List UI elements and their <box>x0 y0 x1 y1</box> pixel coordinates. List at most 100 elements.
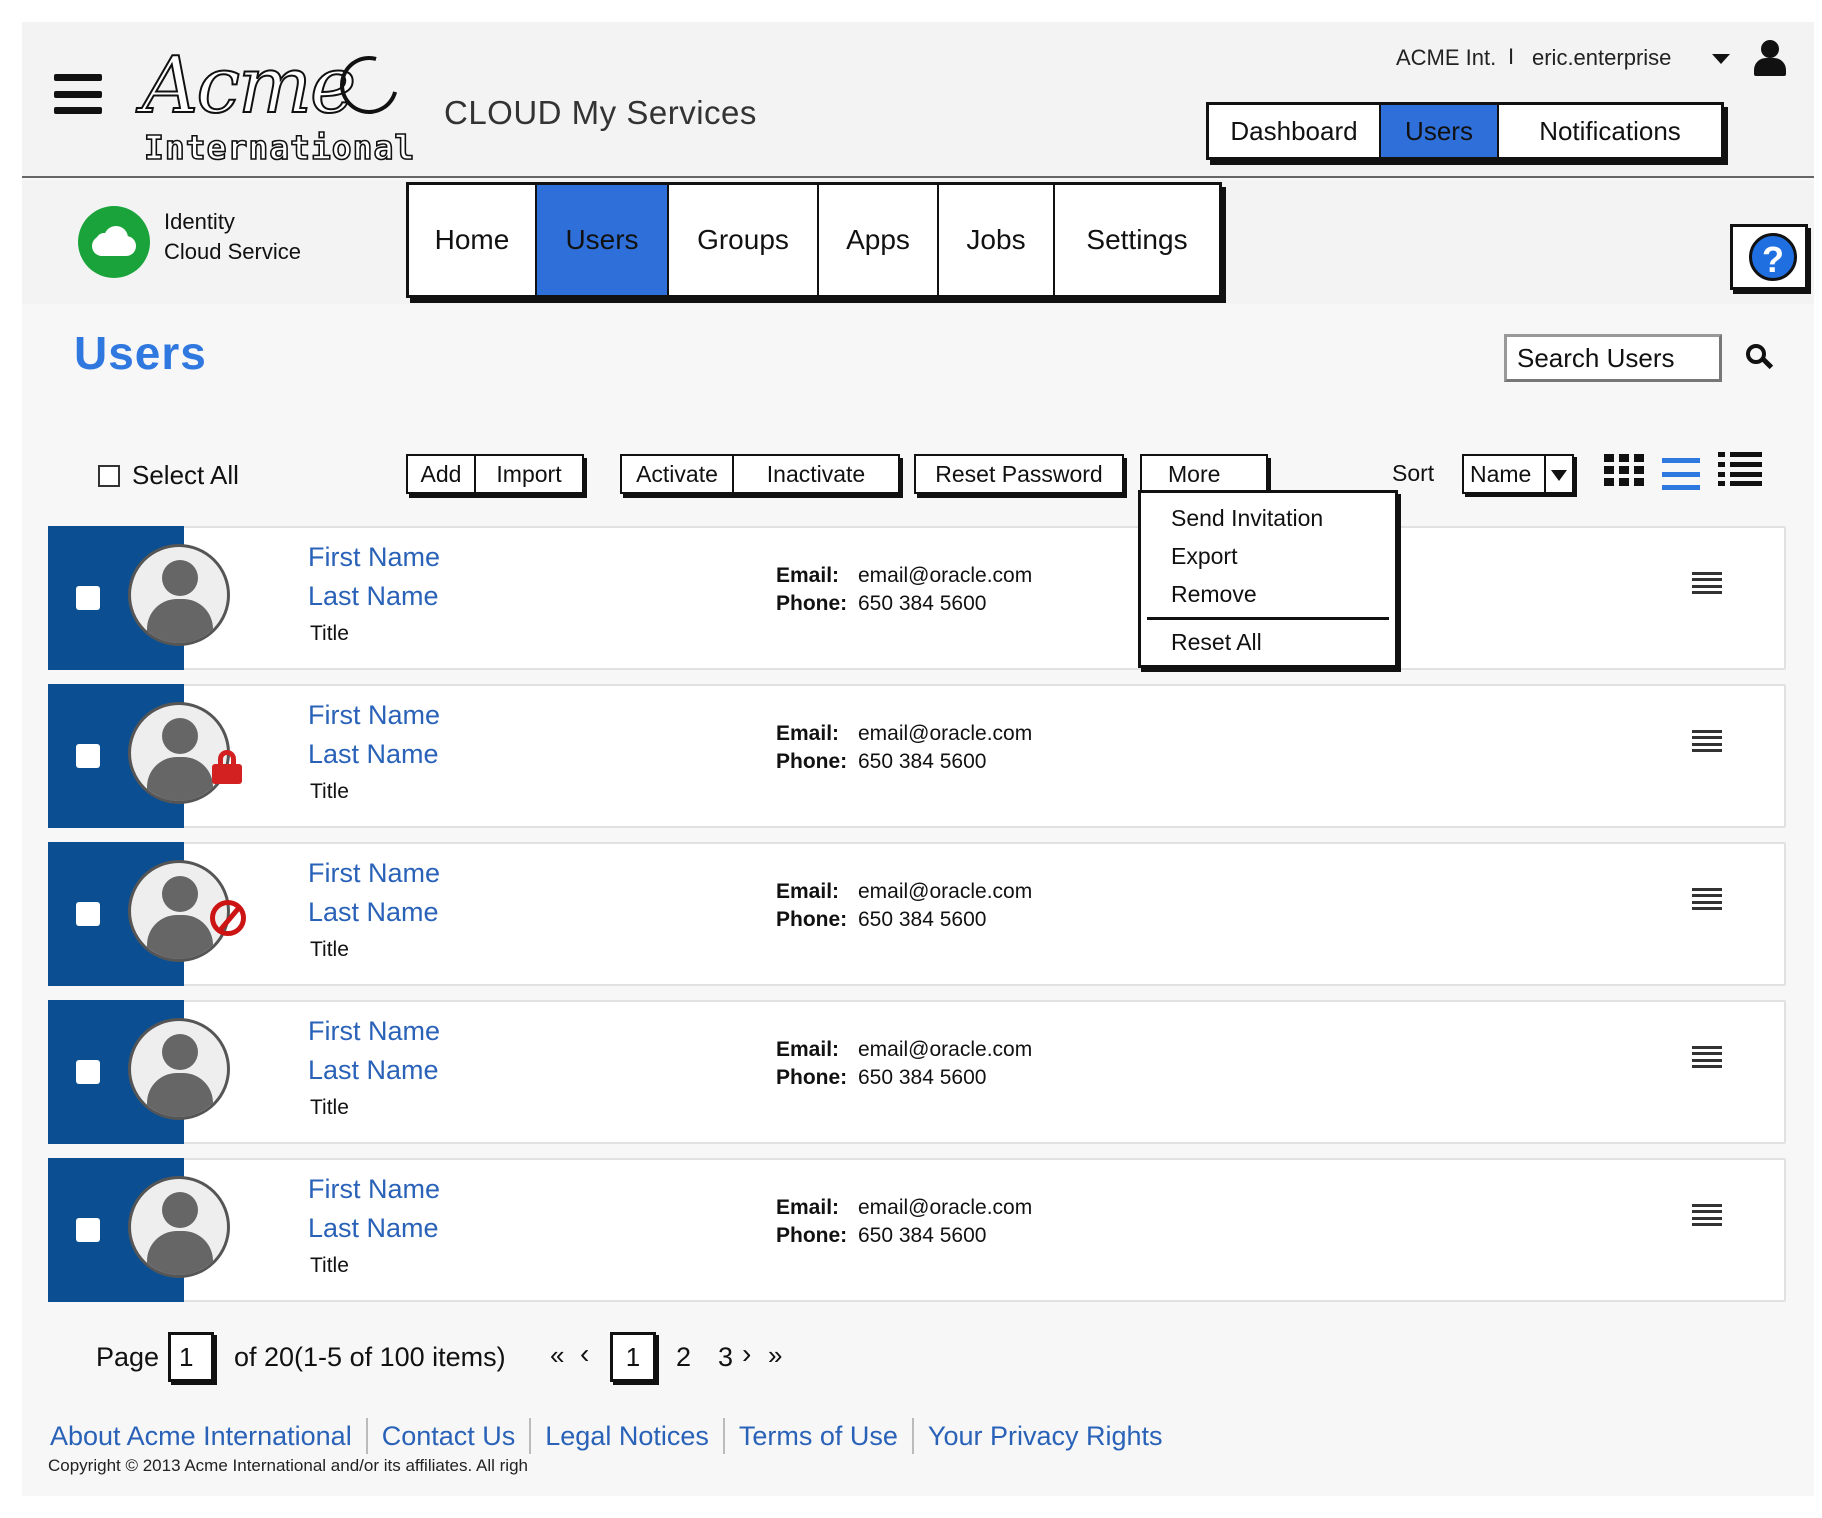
phone-label: Phone: <box>776 908 848 931</box>
user-title: Title <box>310 938 349 961</box>
phone-label: Phone: <box>776 592 848 615</box>
row-menu-icon[interactable] <box>1692 888 1722 910</box>
email-value: email@oracle.com <box>858 880 1033 903</box>
row-checkbox[interactable] <box>76 1060 100 1084</box>
menu-item-remove[interactable]: Remove <box>1171 581 1257 608</box>
search-users-input[interactable] <box>1504 334 1722 382</box>
user-last-name[interactable]: Last Name <box>308 581 439 612</box>
phone-value: 650 384 5600 <box>858 592 987 615</box>
user-last-name[interactable]: Last Name <box>308 1213 439 1244</box>
menu-item-export[interactable]: Export <box>1171 543 1237 570</box>
page-link-current[interactable]: 1 <box>610 1332 656 1382</box>
nav-jobs[interactable]: Jobs <box>939 185 1055 295</box>
footer-links: About Acme International Contact Us Lega… <box>50 1418 1177 1454</box>
main-nav: Home Users Groups Apps Jobs Settings <box>406 182 1222 298</box>
user-row[interactable]: First Name Last Name Title Email: email@… <box>48 526 1786 670</box>
next-page-icon[interactable]: › <box>742 1338 751 1370</box>
email-label: Email: <box>776 1038 840 1061</box>
phone-value: 650 384 5600 <box>858 1066 987 1089</box>
menu-divider <box>1147 617 1389 620</box>
nav-users[interactable]: Users <box>537 185 669 295</box>
user-menu-caret-icon[interactable] <box>1712 54 1730 64</box>
help-button[interactable]: ? <box>1730 224 1808 290</box>
activate-button[interactable]: Activate <box>622 456 734 492</box>
sort-select[interactable]: Name <box>1462 454 1574 494</box>
more-dropdown-menu: Send Invitation Export Remove Reset All <box>1138 490 1398 668</box>
nav-groups[interactable]: Groups <box>669 185 819 295</box>
page-link-2[interactable]: 2 <box>676 1342 691 1373</box>
footer-link-contact[interactable]: Contact Us <box>368 1418 532 1454</box>
email-label: Email: <box>776 880 840 903</box>
user-first-name[interactable]: First Name <box>308 858 440 889</box>
detail-list-view-icon[interactable] <box>1718 452 1762 486</box>
user-last-name[interactable]: Last Name <box>308 739 439 770</box>
username[interactable]: eric.enterprise <box>1532 45 1671 71</box>
row-checkbox[interactable] <box>76 744 100 768</box>
first-page-icon[interactable]: « <box>550 1340 564 1371</box>
menu-item-reset-all[interactable]: Reset All <box>1171 629 1262 656</box>
more-button[interactable]: More <box>1142 456 1266 492</box>
list-view-icon[interactable] <box>1662 458 1700 490</box>
user-title: Title <box>310 1096 349 1119</box>
sort-caret-box[interactable] <box>1546 456 1572 492</box>
copyright-text: Copyright © 2013 Acme International and/… <box>48 1456 528 1475</box>
import-button[interactable]: Import <box>476 456 582 492</box>
page-title: Users <box>74 327 207 379</box>
footer-link-terms[interactable]: Terms of Use <box>725 1418 914 1454</box>
service-name: Identity Cloud Service <box>164 207 301 267</box>
footer-link-privacy[interactable]: Your Privacy Rights <box>914 1418 1177 1454</box>
grid-view-icon[interactable] <box>1604 454 1644 488</box>
user-last-name[interactable]: Last Name <box>308 1055 439 1086</box>
user-first-name[interactable]: First Name <box>308 700 440 731</box>
reset-password-group: Reset Password <box>914 454 1124 494</box>
user-row[interactable]: First Name Last Name Title Email: email@… <box>48 1000 1786 1144</box>
cloud-service-icon <box>78 206 150 278</box>
chevron-down-icon <box>1551 470 1567 481</box>
user-first-name[interactable]: First Name <box>308 1174 440 1205</box>
select-all-box[interactable] <box>98 464 120 487</box>
user-first-name[interactable]: First Name <box>308 1016 440 1047</box>
prev-page-icon[interactable]: ‹ <box>580 1338 589 1370</box>
last-page-icon[interactable]: » <box>768 1340 782 1371</box>
user-last-name[interactable]: Last Name <box>308 897 439 928</box>
nav-home[interactable]: Home <box>409 185 537 295</box>
tab-dashboard[interactable]: Dashboard <box>1209 105 1381 157</box>
top-tab-bar: Dashboard Users Notifications <box>1206 102 1724 160</box>
nav-settings[interactable]: Settings <box>1055 185 1219 295</box>
user-first-name[interactable]: First Name <box>308 542 440 573</box>
add-import-group: Add Import <box>406 454 584 494</box>
inactivate-button[interactable]: Inactivate <box>734 456 898 492</box>
email-value: email@oracle.com <box>858 564 1033 587</box>
row-menu-icon[interactable] <box>1692 572 1722 594</box>
row-menu-icon[interactable] <box>1692 1204 1722 1226</box>
user-profile-icon[interactable] <box>1752 40 1788 76</box>
nav-apps[interactable]: Apps <box>819 185 939 295</box>
footer-link-about[interactable]: About Acme International <box>50 1418 368 1454</box>
row-checkbox[interactable] <box>76 902 100 926</box>
row-checkbox[interactable] <box>76 1218 100 1242</box>
reset-password-button[interactable]: Reset Password <box>916 456 1122 492</box>
search-icon[interactable] <box>1746 344 1774 372</box>
more-group: More <box>1140 454 1268 494</box>
user-row[interactable]: First Name Last Name Title Email: email@… <box>48 842 1786 986</box>
phone-value: 650 384 5600 <box>858 750 987 773</box>
add-button[interactable]: Add <box>408 456 476 492</box>
phone-label: Phone: <box>776 750 848 773</box>
page-number-input[interactable]: 1 <box>168 1332 214 1382</box>
activate-group: Activate Inactivate <box>620 454 900 494</box>
row-menu-icon[interactable] <box>1692 1046 1722 1068</box>
page-link-3[interactable]: 3 <box>718 1342 733 1373</box>
footer-link-legal[interactable]: Legal Notices <box>531 1418 725 1454</box>
tab-notifications[interactable]: Notifications <box>1499 105 1721 157</box>
user-row[interactable]: First Name Last Name Title Email: email@… <box>48 1158 1786 1302</box>
row-menu-icon[interactable] <box>1692 730 1722 752</box>
user-row[interactable]: First Name Last Name Title Email: email@… <box>48 684 1786 828</box>
menu-item-send-invitation[interactable]: Send Invitation <box>1171 505 1323 532</box>
hamburger-menu-icon[interactable] <box>54 74 102 114</box>
select-all-label: Select All <box>132 460 239 490</box>
tab-users[interactable]: Users <box>1381 105 1499 157</box>
email-value: email@oracle.com <box>858 1196 1033 1219</box>
avatar-icon <box>128 544 230 646</box>
select-all-checkbox[interactable]: Select All <box>98 460 239 491</box>
row-checkbox[interactable] <box>76 586 100 610</box>
